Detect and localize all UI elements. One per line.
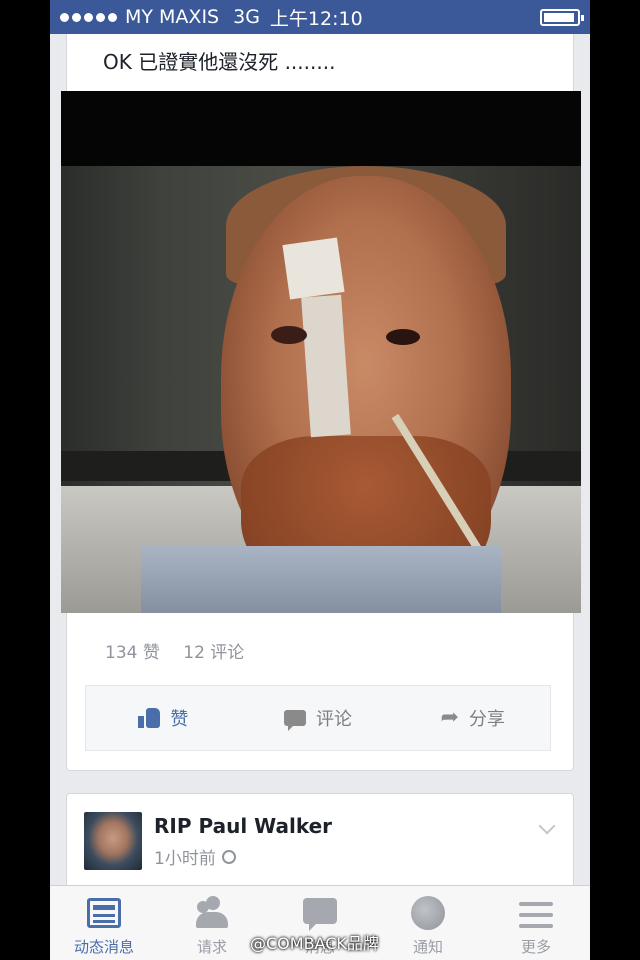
share-button[interactable]: ➦ 分享 (395, 705, 550, 731)
carrier-name: MY MAXIS (125, 6, 220, 28)
thumbs-up-icon (138, 708, 161, 728)
globe-icon (221, 849, 236, 864)
more-icon (519, 902, 553, 928)
comment-count[interactable]: 12 评论 (183, 643, 244, 663)
like-button[interactable]: 赞 (86, 705, 241, 731)
tab-label: 通知 (412, 938, 443, 956)
friend-requests-icon (192, 896, 232, 930)
post-counts: 134 赞 12 评论 (105, 638, 262, 663)
phone-screen: MY MAXIS 3G 上午12:10 OK 已證實他還沒死 ........ (50, 0, 590, 960)
share-label: 分享 (468, 709, 505, 730)
next-post-title[interactable]: RIP Paul Walker (154, 814, 332, 838)
battery-icon (540, 9, 584, 26)
post-action-bar: 赞 评论 ➦ 分享 (85, 685, 551, 751)
network-type: 3G (233, 6, 260, 28)
post-card: OK 已證實他還沒死 ........ 134 赞 12 评论 赞 评论 ➦ 分… (61, 34, 581, 771)
chevron-down-icon[interactable] (538, 817, 556, 835)
tab-label: 动态消息 (73, 938, 134, 956)
news-feed-icon (87, 898, 121, 928)
like-count[interactable]: 134 赞 (105, 643, 160, 663)
next-post-time: 1小时前 (154, 849, 216, 869)
tab-more[interactable]: 更多 (482, 886, 590, 960)
like-label: 赞 (170, 709, 189, 730)
share-arrow-icon: ➦ (440, 705, 459, 730)
tab-label: 请求 (196, 938, 227, 956)
post-text: OK 已證實他還沒死 ........ (103, 50, 336, 74)
comment-icon (284, 710, 306, 731)
tab-label: 更多 (520, 938, 551, 956)
tab-notifications[interactable]: 通知 (374, 886, 482, 960)
avatar[interactable] (84, 812, 142, 870)
status-bar: MY MAXIS 3G 上午12:10 (50, 0, 590, 34)
notifications-icon (411, 896, 445, 930)
comment-label: 评论 (316, 709, 352, 730)
next-post-card[interactable]: RIP Paul Walker 1小时前 (66, 793, 574, 893)
status-time: 上午12:10 (269, 7, 363, 30)
watermark: @COMBACK品牌 (250, 934, 379, 953)
signal-strength-icon (60, 12, 117, 22)
next-post-meta: 1小时前 (154, 844, 236, 869)
comment-button[interactable]: 评论 (241, 705, 396, 731)
tab-news-feed[interactable]: 动态消息 (50, 886, 158, 960)
post-photo[interactable] (61, 91, 581, 613)
messages-icon (303, 898, 337, 931)
